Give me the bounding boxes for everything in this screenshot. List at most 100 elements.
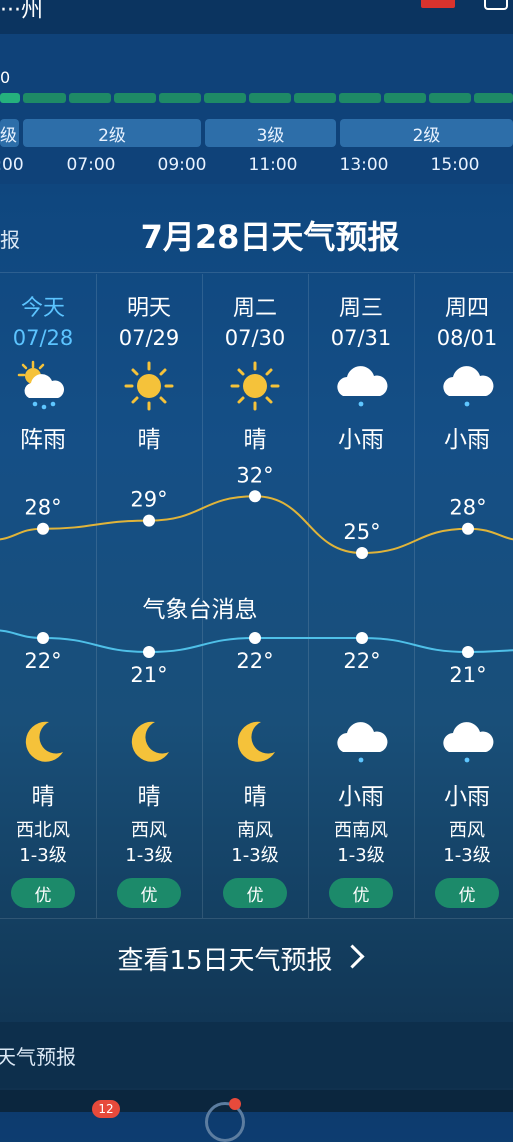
- wind-direction: 南风: [237, 820, 273, 841]
- day-date: 08/01: [436, 326, 498, 350]
- low-temp-point: [249, 632, 261, 644]
- sun-cloud-rain-icon: [13, 360, 73, 412]
- observatory-notice[interactable]: 气象台消息: [0, 590, 400, 624]
- high-temp-point: [143, 514, 155, 527]
- aqi-segment: [474, 93, 513, 103]
- forecast-title: 7月28日天气预报: [140, 218, 400, 256]
- aqi-segment: [339, 93, 381, 103]
- wind-level-segment: 级: [0, 119, 19, 147]
- high-temp-point: [462, 522, 474, 535]
- red-badge[interactable]: [421, 0, 455, 8]
- wind-level-segment: 2级: [340, 119, 513, 147]
- low-temp-label: 22°: [236, 649, 273, 673]
- low-temp-point: [143, 646, 155, 658]
- day-name: 明天: [126, 296, 171, 321]
- sun-icon: [225, 360, 285, 412]
- nav-dot: [229, 1098, 241, 1110]
- divider: [0, 272, 513, 273]
- wind-info: 西北风 1-3级: [0, 818, 96, 868]
- aqi-segment: [294, 93, 336, 103]
- time-label: 15:00: [430, 155, 480, 175]
- day-header: 周三 07/31: [308, 290, 414, 350]
- high-temp-point: [37, 522, 49, 535]
- moon-icon: [225, 716, 285, 768]
- wind-direction: 西风: [449, 820, 485, 841]
- high-temp-label: 28°: [24, 496, 61, 520]
- day-header: 周四 08/01: [414, 290, 513, 350]
- divider: [0, 918, 513, 919]
- day-name: 周二: [232, 296, 277, 321]
- high-temp-label: 25°: [343, 520, 380, 544]
- wind-direction: 西北风: [16, 820, 70, 841]
- share-icon[interactable]: [484, 0, 508, 10]
- aqi-segment: [249, 93, 291, 103]
- wind-level-segment: 3级: [205, 119, 336, 147]
- low-temp-label: 22°: [343, 649, 380, 673]
- view-15-day-forecast-button[interactable]: 查看15日天气预报: [0, 940, 450, 977]
- wind-info: 西南风 1-3级: [308, 818, 414, 868]
- aqi-badge[interactable]: 优: [435, 878, 499, 908]
- time-label: :00: [0, 155, 24, 175]
- high-temp-point: [356, 547, 368, 559]
- day-header: 明天 07/29: [96, 290, 202, 350]
- wind-level: 1-3级: [19, 845, 67, 866]
- aqi-segment: [114, 93, 156, 103]
- sun-icon: [119, 360, 179, 412]
- wind-level-segment: 2级: [23, 119, 201, 147]
- aqi-segment: [69, 93, 111, 103]
- time-label: 13:00: [339, 155, 389, 175]
- notification-badge: 12: [92, 1100, 120, 1118]
- day-name: 周三: [338, 296, 383, 321]
- wind-direction: 西风: [131, 820, 167, 841]
- wind-level: 1-3级: [125, 845, 173, 866]
- day-date: 07/31: [330, 326, 392, 350]
- high-temp-point: [249, 490, 261, 503]
- high-temp-label: 29°: [130, 488, 167, 512]
- temperature-chart: 28° 29° 32° 25° 28° 22° 21° 22° 22° 21°: [0, 463, 513, 687]
- aqi-badge[interactable]: 优: [329, 878, 393, 908]
- aqi-badge[interactable]: 优: [11, 878, 75, 908]
- low-temp-label: 21°: [130, 663, 167, 687]
- aqi-segment: [204, 93, 246, 103]
- cloud-rain-icon: [331, 716, 391, 768]
- low-temp-point: [462, 646, 474, 658]
- high-temp-label: 28°: [449, 496, 486, 520]
- day-date: 07/28: [12, 326, 74, 350]
- day-header: 周二 07/30: [202, 290, 308, 350]
- moon-icon: [119, 716, 179, 768]
- night-weather: 小雨: [338, 784, 384, 810]
- time-label: 11:00: [248, 155, 298, 175]
- night-weather: 晴: [31, 784, 55, 810]
- night-weather: 晴: [243, 784, 267, 810]
- wind-level: 1-3级: [443, 845, 491, 866]
- night-weather: 晴: [137, 784, 161, 810]
- day-date: 07/29: [118, 326, 180, 350]
- wind-level: 1-3级: [231, 845, 279, 866]
- moon-icon: [13, 716, 73, 768]
- wind-level: 1-3级: [337, 845, 385, 866]
- day-name: 今天: [20, 296, 65, 321]
- time-label: 09:00: [157, 155, 207, 175]
- hourly-value-label: 0: [0, 68, 11, 87]
- time-label: 07:00: [66, 155, 116, 175]
- aqi-segment: [429, 93, 471, 103]
- night-weather: 小雨: [444, 784, 490, 810]
- aqi-badge[interactable]: 优: [223, 878, 287, 908]
- wind-info: 西风 1-3级: [414, 818, 513, 868]
- footer-section: [0, 1022, 513, 1088]
- cloud-rain-icon: [437, 716, 497, 768]
- aqi-badge[interactable]: 优: [117, 878, 181, 908]
- wind-direction: 西南风: [334, 820, 388, 841]
- wind-info: 西风 1-3级: [96, 818, 202, 868]
- day-date: 07/30: [224, 326, 286, 350]
- high-temp-label: 32°: [236, 463, 273, 487]
- day-header: 今天 07/28: [0, 290, 96, 350]
- low-temp-point: [37, 632, 49, 644]
- aqi-segment: [384, 93, 426, 103]
- high-temp-line: [0, 495, 513, 555]
- footer-label[interactable]: 天气预报: [0, 1041, 76, 1070]
- aqi-segment: [159, 93, 201, 103]
- wind-info: 南风 1-3级: [202, 818, 308, 868]
- cloud-rain-icon: [331, 360, 391, 412]
- bottom-nav: [0, 1090, 513, 1112]
